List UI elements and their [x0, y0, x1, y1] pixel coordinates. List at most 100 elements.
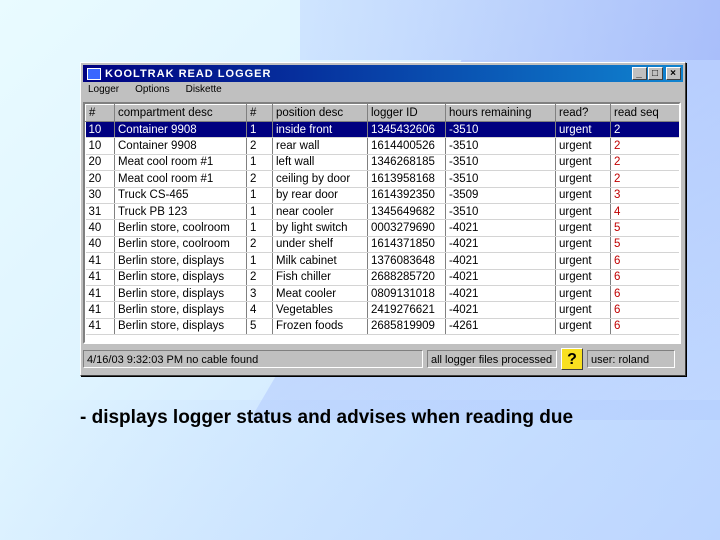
cell-compartment-desc: Berlin store, displays	[114, 252, 247, 270]
menu-diskette[interactable]: Diskette	[183, 84, 225, 100]
app-icon[interactable]	[87, 67, 101, 80]
cell-compartment-number: 10	[85, 137, 115, 155]
cell-compartment-desc: Meat cool room #1	[114, 154, 247, 172]
status-connection: 4/16/03 9:32:03 PM no cable found	[83, 350, 423, 368]
cell-compartment-desc: Berlin store, displays	[114, 269, 247, 286]
column-header-compartment-number[interactable]: #	[85, 104, 115, 122]
cell-read-status: urgent	[555, 269, 611, 286]
column-header-hours-remaining[interactable]: hours remaining	[445, 104, 556, 122]
column-header-position-number[interactable]: #	[246, 104, 273, 122]
cell-compartment-number: 41	[85, 252, 115, 270]
close-button[interactable]: ×	[666, 67, 681, 80]
cell-position-number: 1	[246, 219, 273, 237]
logger-window: KOOLTRAK READ LOGGER _ □ × Logger Option…	[80, 62, 686, 376]
cell-logger-id: 1614371850	[367, 236, 446, 254]
cell-read-seq: 2	[610, 137, 679, 155]
cell-read-seq: 3	[610, 187, 679, 204]
cell-position-desc: Fish chiller	[272, 269, 368, 286]
slide-caption: - displays logger status and advises whe…	[80, 407, 574, 428]
cell-logger-id: 2419276621	[367, 301, 446, 319]
table-row[interactable]: 41 Berlin store, displays 3 Meat cooler 0809…	[85, 285, 679, 303]
table-row[interactable]: 30 Truck CS-465 1 by rear door 1614392350 -35…	[85, 187, 679, 204]
cell-compartment-number: 41	[85, 318, 115, 336]
cell-logger-id: 2688285720	[367, 269, 446, 286]
cell-compartment-desc: Meat cool room #1	[114, 170, 247, 188]
help-icon[interactable]: ?	[561, 348, 583, 370]
cell-position-number: 1	[246, 187, 273, 204]
cell-read-seq: 6	[610, 252, 679, 270]
cell-position-number: 1	[246, 203, 273, 221]
cell-hours-remaining: -3510	[445, 121, 556, 139]
cell-position-number: 1	[246, 252, 273, 270]
cell-compartment-number: 30	[85, 187, 115, 204]
cell-read-seq: 5	[610, 219, 679, 237]
cell-position-desc: near cooler	[272, 203, 368, 221]
menu-bar: Logger Options Diskette	[85, 84, 225, 100]
cell-position-desc: by rear door	[272, 187, 368, 204]
window-title: KOOLTRAK READ LOGGER	[105, 67, 272, 80]
cell-compartment-number: 10	[85, 121, 115, 139]
cell-compartment-desc: Berlin store, displays	[114, 285, 247, 303]
cell-read-status: urgent	[555, 203, 611, 221]
table-row[interactable]: 40 Berlin store, coolroom 1 by light switch…	[85, 219, 679, 237]
cell-position-desc: inside front	[272, 121, 368, 139]
title-bar[interactable]: KOOLTRAK READ LOGGER _ □ ×	[83, 65, 683, 82]
cell-position-desc: left wall	[272, 154, 368, 172]
cell-position-desc: rear wall	[272, 137, 368, 155]
cell-logger-id: 1346268185	[367, 154, 446, 172]
minimize-button[interactable]: _	[632, 67, 647, 80]
cell-hours-remaining: -4021	[445, 269, 556, 286]
cell-position-number: 2	[246, 170, 273, 188]
cell-logger-id: 1376083648	[367, 252, 446, 270]
cell-compartment-number: 20	[85, 154, 115, 172]
cell-position-number: 2	[246, 137, 273, 155]
cell-compartment-desc: Truck CS-465	[114, 187, 247, 204]
cell-position-desc: Vegetables	[272, 301, 368, 319]
table-row[interactable]: 41 Berlin store, displays 4 Vegetables 24192…	[85, 301, 679, 319]
column-header-logger-id[interactable]: logger ID	[367, 104, 446, 122]
cell-logger-id: 2685819909	[367, 318, 446, 336]
table-row[interactable]: 40 Berlin store, coolroom 2 under shelf 1614…	[85, 236, 679, 254]
cell-compartment-desc: Berlin store, coolroom	[114, 236, 247, 254]
table-header-row: # compartment desc # position desc logge…	[85, 104, 679, 122]
cell-position-desc: Milk cabinet	[272, 252, 368, 270]
maximize-button[interactable]: □	[648, 67, 663, 80]
cell-hours-remaining: -3510	[445, 170, 556, 188]
column-header-read[interactable]: read?	[555, 104, 611, 122]
table-row[interactable]: 31 Truck PB 123 1 near cooler 1345649682 -351…	[85, 203, 679, 221]
cell-hours-remaining: -4021	[445, 236, 556, 254]
menu-logger[interactable]: Logger	[85, 84, 122, 100]
menu-options[interactable]: Options	[132, 84, 172, 100]
cell-hours-remaining: -4021	[445, 219, 556, 237]
column-header-read-seq[interactable]: read seq	[610, 104, 679, 122]
cell-position-number: 5	[246, 318, 273, 336]
column-header-compartment-desc[interactable]: compartment desc	[114, 104, 247, 122]
column-header-position-desc[interactable]: position desc	[272, 104, 368, 122]
cell-compartment-number: 40	[85, 219, 115, 237]
cell-compartment-number: 41	[85, 269, 115, 286]
cell-position-number: 4	[246, 301, 273, 319]
cell-hours-remaining: -3510	[445, 154, 556, 172]
logger-table: # compartment desc # position desc logge…	[83, 102, 681, 344]
cell-read-status: urgent	[555, 121, 611, 139]
background-shape-top	[300, 0, 720, 60]
table-row[interactable]: 20 Meat cool room #1 1 left wall 1346268185-…	[85, 154, 679, 172]
table-row[interactable]: 41 Berlin store, displays 5 Frozen foods 268…	[85, 318, 679, 336]
cell-hours-remaining: -4021	[445, 301, 556, 319]
table-row[interactable]: 41 Berlin store, displays 1 Milk cabinet 137…	[85, 252, 679, 270]
cell-logger-id: 1613958168	[367, 170, 446, 188]
cell-compartment-number: 20	[85, 170, 115, 188]
table-row[interactable]: 10 Container 9908 1 inside front 1345432606-…	[85, 121, 679, 139]
cell-position-desc: Frozen foods	[272, 318, 368, 336]
cell-read-seq: 6	[610, 285, 679, 303]
cell-read-status: urgent	[555, 252, 611, 270]
cell-position-number: 1	[246, 121, 273, 139]
cell-read-seq: 6	[610, 269, 679, 286]
table-row[interactable]: 20 Meat cool room #1 2 ceiling by door 16139…	[85, 170, 679, 188]
cell-read-seq: 2	[610, 170, 679, 188]
table-row[interactable]: 41 Berlin store, displays 2 Fish chiller 268…	[85, 269, 679, 286]
table-row[interactable]: 10 Container 9908 2 rear wall 1614400526 -351…	[85, 137, 679, 155]
cell-position-desc: ceiling by door	[272, 170, 368, 188]
cell-read-seq: 2	[610, 121, 679, 139]
cell-position-number: 2	[246, 269, 273, 286]
